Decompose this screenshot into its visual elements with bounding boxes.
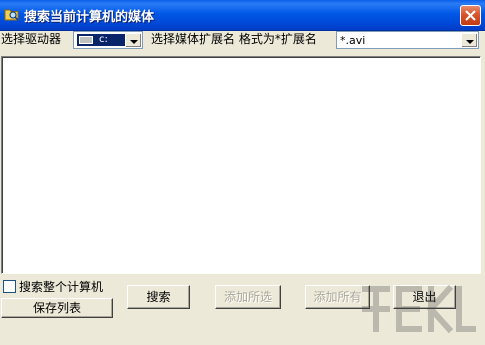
title-bar[interactable]: 搜索当前计算机的媒体 (0, 0, 485, 31)
drive-icon (79, 36, 93, 44)
chevron-down-icon[interactable] (461, 33, 477, 47)
window-title: 搜索当前计算机的媒体 (24, 10, 155, 25)
drive-selected-item: c: (77, 34, 125, 46)
extension-selector-label: 选择媒体扩展名 格式为*扩展名 (151, 32, 317, 46)
results-list[interactable] (1, 56, 481, 274)
drive-selected-value: c: (99, 34, 108, 45)
extension-selected-value: *.avi (340, 34, 366, 47)
close-icon (465, 10, 476, 21)
search-all-label: 搜索整个计算机 (19, 280, 104, 294)
search-all-checkbox[interactable] (3, 280, 16, 293)
folder-search-icon (4, 6, 20, 22)
add-selected-button[interactable]: 添加所选 (215, 285, 281, 309)
chevron-down-icon[interactable] (125, 33, 141, 47)
extension-selector[interactable]: *.avi (336, 31, 479, 49)
drive-selector[interactable]: c: (73, 31, 143, 49)
close-button[interactable] (460, 5, 481, 26)
save-list-button[interactable]: 保存列表 (1, 298, 113, 318)
drive-selector-label: 选择驱动器 (1, 32, 62, 46)
watermark-logo (362, 284, 476, 334)
search-button[interactable]: 搜索 (127, 285, 190, 309)
